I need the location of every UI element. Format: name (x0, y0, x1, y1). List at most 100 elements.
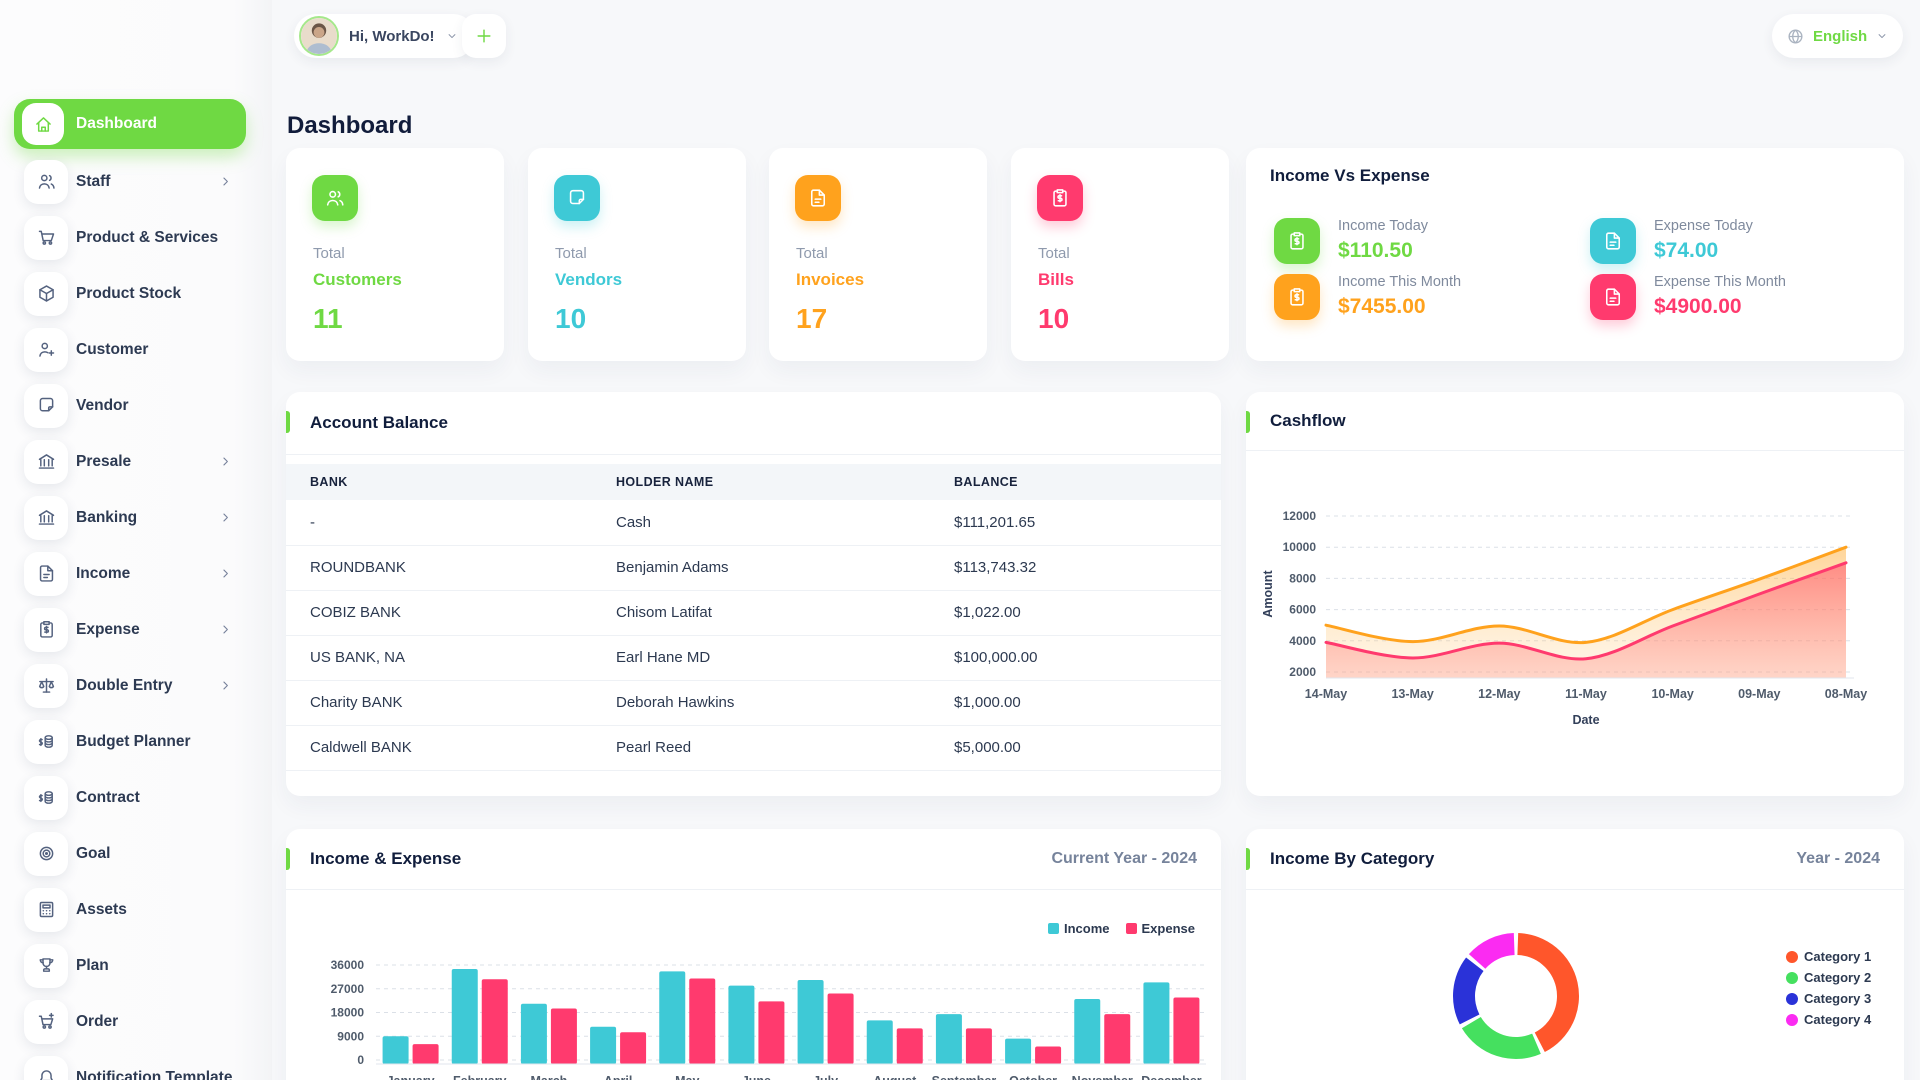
expense-today-stat: Expense Today $74.00 (1590, 218, 1890, 274)
file-icon (36, 563, 57, 584)
cell-bank: - (310, 500, 315, 545)
sidebar-item-goal[interactable]: Goal (0, 830, 272, 877)
sidebar-item-banking[interactable]: Banking (0, 494, 272, 541)
language-selector[interactable]: English (1772, 14, 1903, 58)
sidebar: Dashboard Staff Product & Services Produ… (0, 0, 272, 1080)
sidebar-item-plan[interactable]: Plan (0, 942, 272, 989)
sidebar-item-income[interactable]: Income (0, 550, 272, 597)
sidebar-item-product-stock[interactable]: Product Stock (0, 270, 272, 317)
sidebar-item-contract[interactable]: Contract (0, 774, 272, 821)
users-icon (324, 187, 346, 209)
invoice-icon (795, 175, 841, 221)
bell-icon (24, 1056, 68, 1080)
file-icon (1602, 230, 1624, 252)
svg-text:0: 0 (357, 1053, 364, 1067)
income-month-stat: Income This Month $7455.00 (1274, 274, 1574, 330)
stat-value: $7455.00 (1338, 295, 1426, 319)
sidebar-item-assets[interactable]: Assets (0, 886, 272, 933)
sidebar-item-label: Product Stock (76, 285, 181, 303)
plus-icon (474, 26, 494, 46)
trophy-icon (24, 944, 68, 988)
sidebar-item-label: Expense (76, 621, 140, 639)
svg-text:09-May: 09-May (1738, 687, 1780, 701)
legend-item: Category 4 (1786, 1012, 1871, 1027)
legend-dot (1786, 1014, 1798, 1026)
scale-icon (36, 675, 57, 696)
user-menu-button[interactable]: Hi, WorkDo! (294, 14, 475, 58)
income-expense-subtitle: Current Year - 2024 (1051, 850, 1197, 868)
chevron-down-icon (1875, 29, 1889, 43)
stat-value: $74.00 (1654, 239, 1718, 263)
box-icon (24, 272, 68, 316)
svg-text:July: July (813, 1074, 838, 1080)
legend-label: Category 3 (1804, 991, 1871, 1006)
file-icon (24, 552, 68, 596)
clipboard-dollar-icon (1049, 187, 1071, 209)
chevron-right-icon (218, 510, 233, 525)
chevron-right-icon (218, 622, 233, 637)
svg-text:12000: 12000 (1283, 509, 1317, 523)
add-button[interactable] (462, 14, 506, 58)
clipboard-dollar-icon (36, 619, 57, 640)
col-bank: BANK (310, 464, 348, 500)
sidebar-item-label: Staff (76, 173, 110, 191)
svg-text:2000: 2000 (1289, 665, 1316, 679)
legend-dot (1786, 972, 1798, 984)
calculator-icon (24, 888, 68, 932)
clipboard-dollar-icon (1274, 218, 1320, 264)
cell-bank: US BANK, NA (310, 635, 405, 680)
sidebar-item-dashboard[interactable]: Dashboard (14, 99, 246, 149)
note-icon (566, 187, 588, 209)
table-row: Caldwell BANK Pearl Reed $5,000.00 (286, 725, 1221, 771)
sidebar-item-presale[interactable]: Presale (0, 438, 272, 485)
svg-text:November: November (1072, 1074, 1133, 1080)
bank-icon (36, 451, 57, 472)
cell-balance: $100,000.00 (954, 635, 1037, 680)
accent-bar (286, 848, 290, 870)
sidebar-item-vendor[interactable]: Vendor (0, 382, 272, 429)
legend-item: Category 2 (1786, 970, 1871, 985)
legend-dot (1786, 951, 1798, 963)
scale-icon (24, 664, 68, 708)
svg-text:February: February (453, 1074, 507, 1080)
svg-text:August: August (873, 1074, 917, 1080)
chevron-right-icon (218, 174, 233, 189)
clipboard-dollar-icon (1274, 274, 1320, 320)
svg-text:January: January (387, 1074, 435, 1080)
coins-icon (24, 776, 68, 820)
language-label: English (1813, 28, 1867, 45)
table-row: ROUNDBANK Benjamin Adams $113,743.32 (286, 545, 1221, 591)
sidebar-item-order[interactable]: Order (0, 998, 272, 1045)
cell-holder: Earl Hane MD (616, 635, 710, 680)
sidebar-item-label: Goal (76, 845, 110, 863)
sidebar-item-label: Contract (76, 789, 140, 807)
cell-holder: Cash (616, 500, 651, 545)
svg-text:9000: 9000 (337, 1029, 364, 1043)
sidebar-item-expense[interactable]: Expense (0, 606, 272, 653)
sidebar-item-budget-planner[interactable]: Budget Planner (0, 718, 272, 765)
sidebar-item-label: Budget Planner (76, 733, 191, 751)
income-today-stat: Income Today $110.50 (1274, 218, 1574, 274)
legend-item: Category 1 (1786, 949, 1871, 964)
svg-text:4000: 4000 (1289, 634, 1316, 648)
box-icon (36, 283, 57, 304)
sidebar-item-notification-template[interactable]: Notification Template (0, 1054, 272, 1080)
coins-icon (36, 787, 57, 808)
sidebar-item-product-services[interactable]: Product & Services (0, 214, 272, 261)
cell-bank: ROUNDBANK (310, 545, 406, 590)
sidebar-item-double-entry[interactable]: Double Entry (0, 662, 272, 709)
cart-icon (36, 227, 57, 248)
svg-text:Date: Date (1572, 713, 1599, 727)
sidebar-item-customer[interactable]: Customer (0, 326, 272, 373)
file-icon (1602, 286, 1624, 308)
legend-item: Category 3 (1786, 991, 1871, 1006)
stat-label: Invoices (796, 270, 864, 290)
sidebar-item-label: Double Entry (76, 677, 172, 695)
cell-bank: Charity BANK (310, 680, 403, 725)
stat-label: Vendors (555, 270, 622, 290)
income-expense-title: Income & Expense (310, 849, 461, 869)
stat-label: Expense This Month (1654, 274, 1786, 290)
sidebar-item-staff[interactable]: Staff (0, 158, 272, 205)
stat-label: Customers (313, 270, 402, 290)
bank-icon (24, 496, 68, 540)
